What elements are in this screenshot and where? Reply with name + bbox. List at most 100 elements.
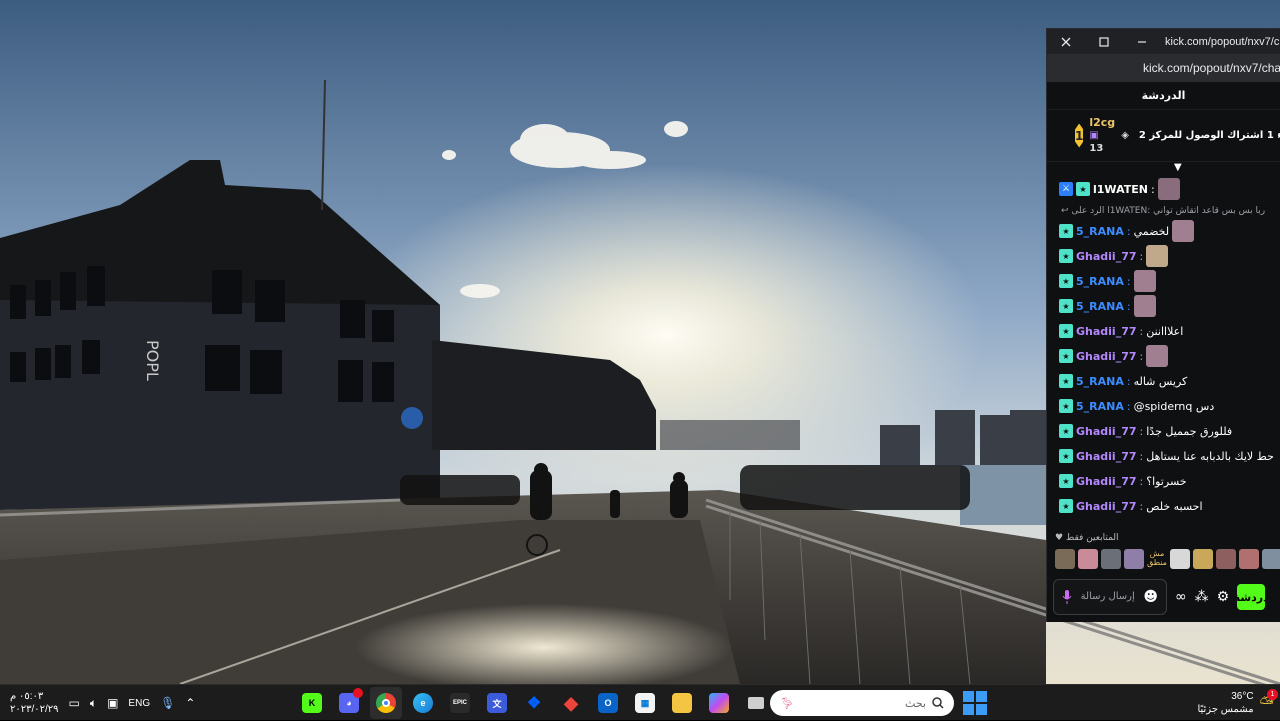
chat-username[interactable]: Ghadii_77	[1076, 500, 1137, 513]
supporter-avatar[interactable]	[1055, 549, 1075, 569]
chat-username[interactable]: 5_RANA	[1076, 400, 1124, 413]
chat-message[interactable]: ★ Ghadii_77: فللورق جمميل جدًا	[1059, 420, 1232, 442]
app-copilot[interactable]	[703, 687, 735, 719]
app-dropbox[interactable]: ❖	[518, 687, 550, 719]
chat-username[interactable]: 5_RANA	[1076, 275, 1124, 288]
edge-icon: e	[413, 693, 433, 713]
app-outlook[interactable]: O	[592, 687, 624, 719]
chat-message-text: فللورق جمميل جدًا	[1146, 424, 1233, 438]
chat-message[interactable]: ★ 5_RANA: @spidernq دس	[1059, 395, 1214, 417]
chat-message[interactable]: ⚔ ★ l1WATEN:	[1059, 178, 1180, 200]
app-edge[interactable]: e	[407, 687, 439, 719]
chevron-up-icon[interactable]: ⌃	[185, 696, 195, 710]
app-file-explorer[interactable]	[666, 687, 698, 719]
close-icon	[1061, 37, 1071, 46]
system-tray: ٠٥:٠٣ م ٢٠٢٣/٠٢/٢٩ ▭ 🔈︎ ▣ ENG 🎙︎ ⌃	[10, 685, 195, 721]
app-epic-games[interactable]: EPIC	[444, 687, 476, 719]
supporter-avatar[interactable]	[1124, 549, 1144, 569]
chat-message[interactable]: ★ Ghadii_77: خسرتوا؟	[1059, 470, 1187, 492]
battery-icon[interactable]: ▭	[69, 696, 80, 710]
search-icon	[932, 697, 944, 709]
clock[interactable]: ٠٥:٠٣ م ٢٠٢٣/٠٢/٢٩	[10, 690, 59, 716]
chat-username[interactable]: Ghadii_77	[1076, 450, 1137, 463]
subscriber-badge-icon: ★	[1059, 374, 1073, 388]
chat-message[interactable]: ★ Ghadii_77: احسبه خلص	[1059, 495, 1203, 517]
partly-sunny-icon: ⛅︎ 1	[1260, 688, 1278, 714]
supporter-avatar[interactable]	[1239, 549, 1259, 569]
chat-header-title: الدردشة	[1047, 82, 1280, 110]
supporter-avatar[interactable]	[1193, 549, 1213, 569]
chat-username[interactable]: 5_RANA	[1076, 225, 1124, 238]
chat-message[interactable]: ★ 5_RANA: لخضمي	[1059, 220, 1195, 242]
window-title: kick.com/popout/nxv7/ch	[1165, 35, 1280, 48]
chat-username[interactable]: Ghadii_77	[1076, 425, 1137, 438]
supporter-avatar[interactable]	[1078, 549, 1098, 569]
gift-badge-icon: ◈	[1121, 130, 1129, 141]
gift-icon: ▣	[1089, 130, 1099, 141]
username-separator: :	[1139, 499, 1144, 513]
subscriber-badge-icon: ★	[1059, 474, 1073, 488]
clock-time: ٠٥:٠٣ م	[10, 691, 44, 702]
app-chrome[interactable]	[370, 687, 402, 719]
supporter-avatar[interactable]	[1216, 549, 1236, 569]
chat-username[interactable]: Ghadii_77	[1076, 350, 1137, 363]
chat-username[interactable]: Ghadii_77	[1076, 250, 1137, 263]
settings-gear-icon[interactable]: ⚙	[1217, 589, 1230, 605]
chat-message[interactable]: ★ Ghadii_77: اعلاااننن	[1059, 320, 1183, 342]
app-task-view[interactable]	[740, 687, 772, 719]
chat-username[interactable]: 5_RANA	[1076, 375, 1124, 388]
supporters-bar: ♥ المتابعين فقط مش منطق	[1047, 531, 1280, 569]
app-discord[interactable]: ◕	[333, 687, 365, 719]
supporter-avatar[interactable]	[1262, 549, 1280, 569]
emoji-icon[interactable]: ☻	[1143, 589, 1158, 605]
maximize-window-button[interactable]	[1085, 29, 1123, 54]
display-icon[interactable]: ▣	[107, 696, 118, 710]
maximize-icon	[1099, 36, 1109, 47]
notification-dot	[353, 688, 363, 698]
app-store[interactable]: ▦	[629, 687, 661, 719]
chat-username[interactable]: 5_RANA	[1076, 300, 1124, 313]
chat-message[interactable]: ★ 5_RANA: كريس شاله	[1059, 370, 1187, 392]
search-placeholder: بحث	[905, 697, 926, 710]
app-kick[interactable]: K	[296, 687, 328, 719]
chat-username[interactable]: Ghadii_77	[1076, 475, 1137, 488]
weather-widget[interactable]: 36°C مشمس جزئيًا ⛅︎ 1	[1186, 687, 1278, 719]
chat-message[interactable]: ★ 5_RANA:	[1059, 270, 1156, 292]
username-separator: :	[1126, 374, 1131, 388]
chat-username[interactable]: Ghadii_77	[1076, 325, 1137, 338]
microphone-tray-icon[interactable]: 🎙︎	[160, 696, 175, 710]
send-chat-button[interactable]: دردشة	[1237, 584, 1266, 610]
chat-message[interactable]: ★ Ghadii_77: حط لايك بالدبابه عنا يستاهل	[1059, 445, 1274, 467]
chat-message[interactable]: ★ Ghadii_77:	[1059, 245, 1169, 267]
flamingo-doodle-icon: 🦩︎	[780, 697, 794, 710]
start-button[interactable]	[962, 690, 988, 716]
chat-input[interactable]: إرسال رسالة ☻	[1053, 579, 1167, 615]
chat-emote	[1172, 220, 1195, 242]
pinned-gift-banner[interactable]: 1 l2cg ▣ 13 ◈ إهداء 1 اشتراك الوصول للمر…	[1047, 110, 1280, 173]
chat-message[interactable]: ★ 5_RANA:	[1059, 295, 1156, 317]
close-window-button[interactable]	[1047, 29, 1085, 54]
volume-icon[interactable]: 🔈︎	[90, 696, 97, 711]
app-translator[interactable]: 文	[481, 687, 513, 719]
infinity-icon[interactable]: ∞	[1175, 589, 1187, 605]
language-indicator[interactable]: ENG	[128, 698, 150, 709]
kick-icon: K	[302, 693, 322, 713]
taskbar-search[interactable]: 🦩︎ بحث	[770, 690, 954, 716]
supporter-avatar[interactable]	[1170, 549, 1190, 569]
supporter-avatar[interactable]	[1101, 549, 1121, 569]
subscriber-badge-icon: ★	[1059, 224, 1073, 238]
share-icon[interactable]: ⁂	[1195, 589, 1209, 605]
minimize-window-button[interactable]	[1123, 29, 1161, 54]
chat-emote	[1146, 345, 1169, 367]
address-bar[interactable]: kick.com/popout/nxv7/cha	[1047, 54, 1280, 82]
subscriber-badge-icon: ★	[1059, 299, 1073, 313]
subscriber-badge-icon: ★	[1059, 249, 1073, 263]
app-anydesk[interactable]: ◆	[555, 687, 587, 719]
pinned-username: l2cg	[1089, 116, 1116, 129]
store-icon: ▦	[635, 693, 655, 713]
chat-username[interactable]: l1WATEN	[1093, 183, 1148, 196]
windows-taskbar: ٠٥:٠٣ م ٢٠٢٣/٠٢/٢٩ ▭ 🔈︎ ▣ ENG 🎙︎ ⌃ K ◕ e…	[0, 684, 1280, 720]
chat-message[interactable]: ★ Ghadii_77:	[1059, 345, 1169, 367]
subscriber-badge-icon: ★	[1059, 424, 1073, 438]
microphone-icon[interactable]	[1062, 590, 1072, 604]
